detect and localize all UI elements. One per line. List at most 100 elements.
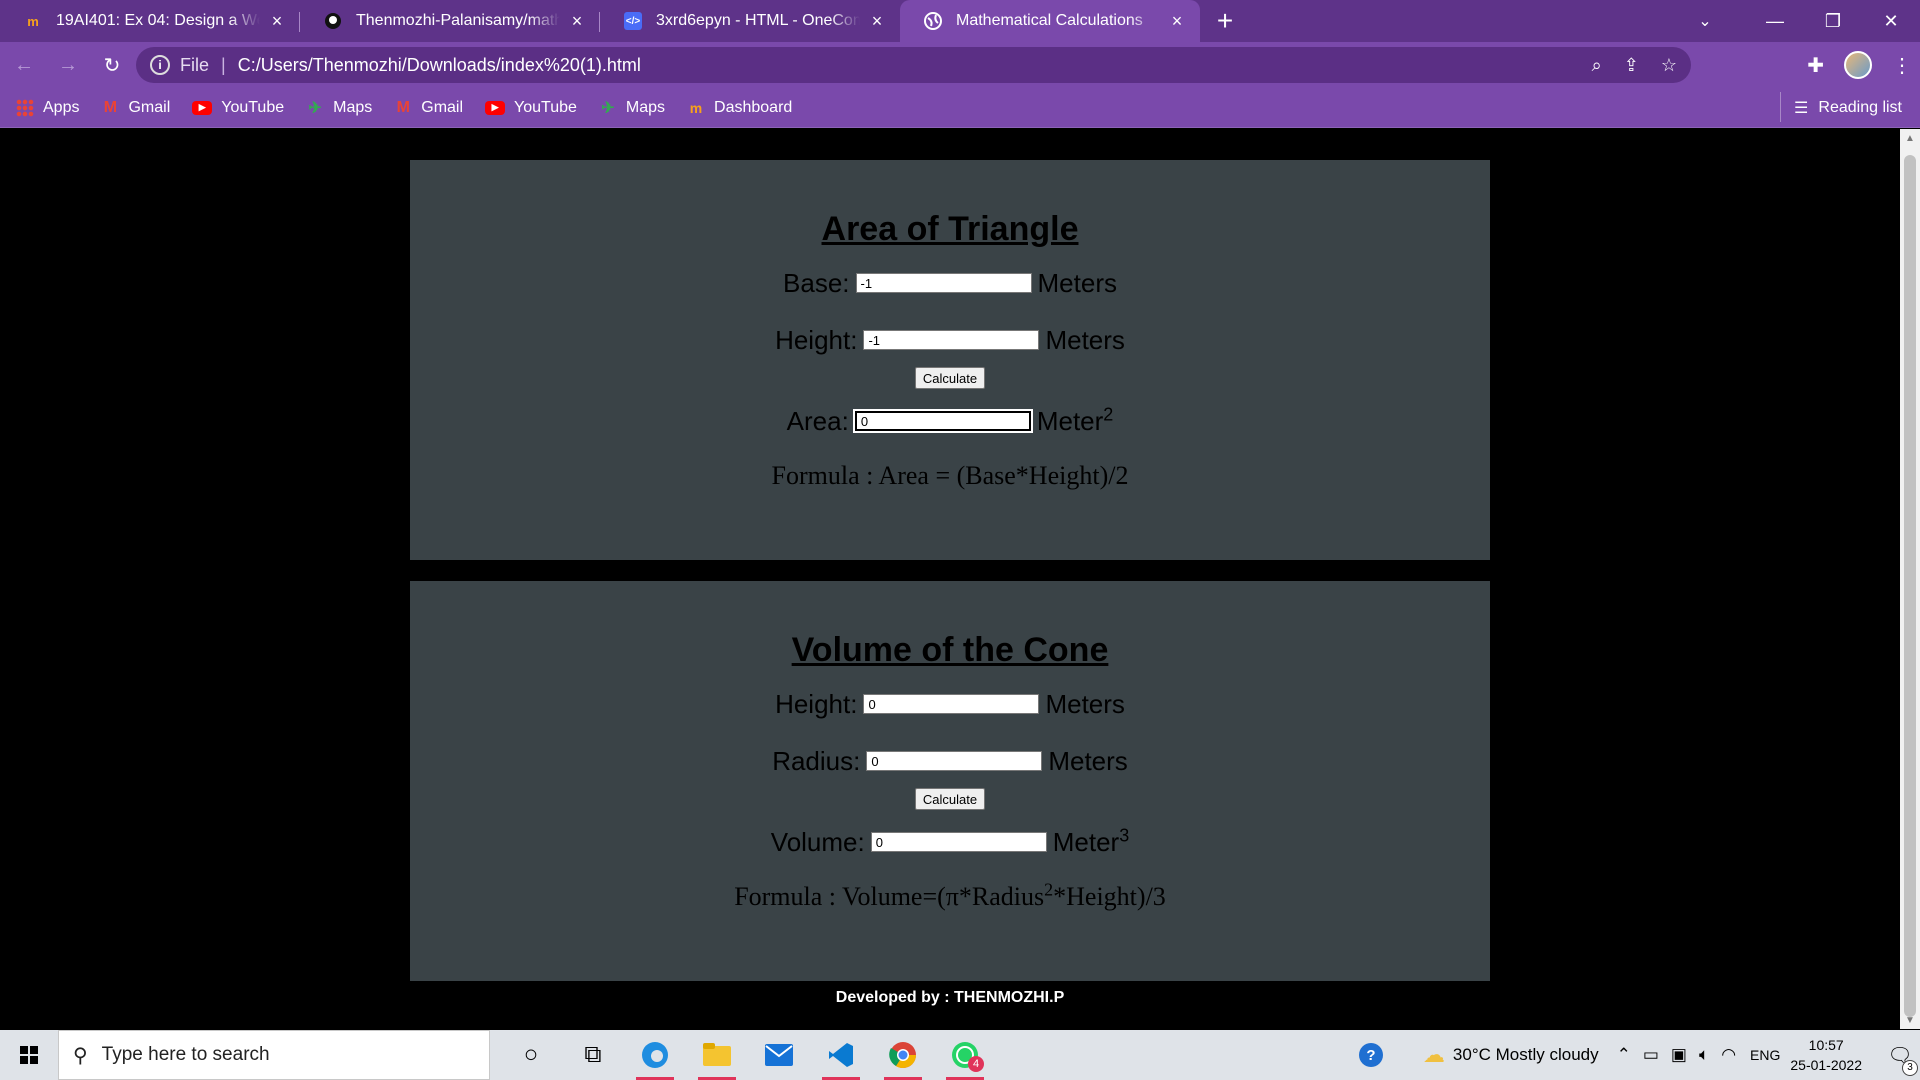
search-placeholder: Type here to search [101, 1044, 270, 1065]
extensions-puzzle-icon[interactable]: ✚ [1807, 53, 1824, 78]
close-icon[interactable]: × [868, 11, 886, 32]
volume-unit: Meter3 [1053, 824, 1130, 858]
radius-row: Radius: Meters [410, 741, 1490, 781]
vscode-icon[interactable] [810, 1030, 872, 1080]
browser-toolbar: ← → ↻ i File | C:/Users/Thenmozhi/Downlo… [0, 42, 1920, 88]
base-input[interactable] [855, 273, 1032, 293]
address-bar[interactable]: i File | C:/Users/Thenmozhi/Downloads/in… [136, 47, 1691, 83]
reading-list-icon: ☰ [1794, 99, 1809, 117]
battery-icon[interactable]: ▭ [1643, 1045, 1659, 1065]
taskbar-search[interactable]: ⚲ Type here to search [58, 1030, 490, 1080]
weather-widget[interactable]: ☁ 30°C Mostly cloudy [1423, 1042, 1599, 1068]
help-icon[interactable]: ? [1358, 1043, 1383, 1067]
moodle-icon: m [27, 13, 39, 29]
search-icon: ⚲ [73, 1044, 88, 1067]
weather-text: 30°C Mostly cloudy [1452, 1045, 1599, 1064]
calculate-area-button[interactable]: Calculate [914, 367, 986, 389]
file-explorer-icon[interactable] [686, 1030, 748, 1080]
meet-now-icon[interactable]: ▣ [1671, 1045, 1687, 1065]
windows-logo-icon [20, 1046, 38, 1064]
bookmark-youtube[interactable]: ▶ YouTube [192, 99, 284, 117]
bookmark-label: Maps [333, 98, 373, 116]
windows-taskbar: ⚲ Type here to search ○ ⧉ 4 ? ☁ 30°C Mos… [0, 1030, 1920, 1080]
maps-icon: ✈ [601, 99, 615, 117]
notifications-button[interactable]: 🗨︎ 3 [1880, 1043, 1920, 1076]
chrome-icon[interactable] [872, 1030, 934, 1080]
scroll-down-arrow-icon[interactable]: ▼ [1900, 1011, 1920, 1029]
bookmark-label: Maps [625, 98, 666, 116]
close-icon[interactable]: × [568, 11, 586, 32]
bookmark-gmail[interactable]: M Gmail [101, 99, 170, 117]
profile-avatar[interactable] [1844, 51, 1872, 79]
height-label: Height: [775, 688, 858, 719]
bookmark-maps[interactable]: ✈ Maps [306, 99, 372, 117]
minimize-button[interactable]: — [1746, 0, 1804, 42]
page-scrollbar[interactable]: ▲ ▼ [1900, 129, 1920, 1029]
height-unit: Meters [1045, 324, 1125, 355]
edge-icon[interactable] [624, 1030, 686, 1080]
reading-list-button[interactable]: ☰ Reading list [1780, 91, 1902, 122]
notification-count: 3 [1902, 1059, 1918, 1076]
clock-date: 25-01-2022 [1790, 1057, 1862, 1073]
bookmark-gmail[interactable]: M Gmail [394, 99, 463, 117]
tab-title: 3xrd6epyn - HTML - OneCompiler [656, 12, 860, 29]
bookmark-star-icon[interactable]: ☆ [1661, 55, 1677, 76]
cortana-icon[interactable]: ○ [500, 1030, 562, 1080]
reload-icon[interactable]: ↻ [92, 47, 132, 83]
bookmark-apps[interactable]: Apps [16, 98, 79, 117]
start-button[interactable] [0, 1030, 58, 1080]
mail-icon[interactable] [748, 1030, 810, 1080]
area-row: Area: Meter2 [410, 401, 1490, 441]
radius-input[interactable] [866, 751, 1043, 771]
reading-list-label: Reading list [1818, 98, 1902, 116]
scroll-thumb[interactable] [1904, 155, 1916, 1017]
cloudy-weather-icon: ☁ [1422, 1042, 1445, 1067]
clock[interactable]: 10:57 25-01-2022 [1790, 1035, 1862, 1075]
whatsapp-icon[interactable]: 4 [934, 1030, 996, 1080]
area-label: Area: [786, 405, 849, 436]
back-arrow-icon[interactable]: ← [4, 47, 44, 83]
developer-footer: Developed by : THENMOZHI.P [835, 989, 1065, 1006]
share-icon[interactable]: ⇪ [1624, 55, 1639, 76]
scroll-up-arrow-icon[interactable]: ▲ [1900, 129, 1920, 147]
forward-arrow-icon[interactable]: → [48, 47, 88, 83]
volume-unit-exponent: 3 [1119, 824, 1130, 845]
bookmarks-bar: Apps M Gmail ▶ YouTube ✈ Maps M Gmail ▶ YouTu… [0, 88, 1920, 128]
calculate-volume-button[interactable]: Calculate [914, 788, 986, 810]
area-output[interactable] [852, 409, 1033, 433]
tab-mathematical-calculations[interactable]: Mathematical Calculations × [900, 0, 1200, 42]
bookmark-youtube[interactable]: ▶ YouTube [485, 99, 577, 117]
tab-github[interactable]: Thenmozhi-Palanisamy/mathweb × [300, 0, 600, 42]
tab-search-chevron-icon[interactable]: ⌄ [1680, 0, 1730, 42]
triangle-heading: Area of Triangle [821, 210, 1079, 248]
volume-output[interactable] [870, 832, 1047, 852]
chevron-up-icon[interactable]: ⌃ [1617, 1045, 1631, 1065]
divider [1780, 91, 1782, 122]
site-info-icon[interactable]: i [150, 55, 170, 75]
triangle-height-input[interactable] [863, 330, 1040, 350]
tab-strip: m 19AI401: Ex 04: Design a Website × The… [0, 0, 1920, 42]
cone-height-input[interactable] [863, 694, 1040, 714]
bookmark-dashboard[interactable]: m Dashboard [687, 99, 793, 117]
close-icon[interactable]: × [268, 11, 286, 32]
cone-height-row: Height: Meters [410, 684, 1490, 724]
close-window-button[interactable]: ✕ [1862, 0, 1920, 42]
volume-row: Volume: Meter3 [410, 822, 1490, 862]
volume-icon[interactable]: 🔈︎ [1699, 1045, 1709, 1065]
bookmark-maps[interactable]: ✈ Maps [599, 99, 665, 117]
radius-label: Radius: [772, 745, 861, 776]
language-indicator[interactable]: ENG [1750, 1047, 1780, 1063]
new-tab-button[interactable]: + [1200, 0, 1250, 42]
menu-kebab-icon[interactable]: ⋮ [1892, 53, 1912, 78]
tab-onecompiler[interactable]: </> 3xrd6epyn - HTML - OneCompiler × [600, 0, 900, 42]
restore-button[interactable]: ❐ [1804, 0, 1862, 42]
url-divider: | [221, 54, 226, 75]
task-view-icon[interactable]: ⧉ [562, 1030, 624, 1080]
tab-moodle[interactable]: m 19AI401: Ex 04: Design a Website × [0, 0, 300, 42]
close-icon[interactable]: × [1168, 11, 1186, 32]
url-text[interactable]: C:/Users/Thenmozhi/Downloads/index%20(1)… [238, 55, 641, 76]
wifi-icon[interactable]: ◠ [1721, 1045, 1736, 1065]
volume-label: Volume: [770, 826, 865, 857]
area-unit: Meter2 [1037, 405, 1113, 437]
zoom-icon[interactable]: ⌕ [1592, 55, 1602, 76]
